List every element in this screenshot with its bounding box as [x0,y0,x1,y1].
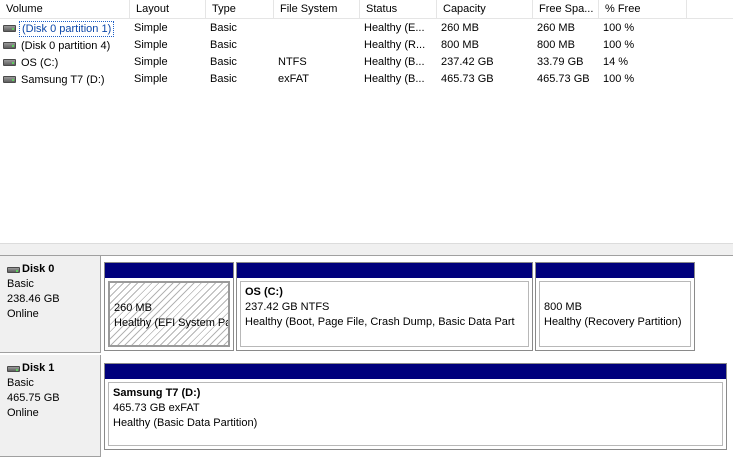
column-header-free-space[interactable]: Free Spa... [533,0,599,19]
percent-free-cell: 100 % [603,22,635,34]
volume-name: OS (C:) [21,56,59,69]
column-header-percent-free[interactable]: % Free [599,0,687,19]
partition-efi[interactable]: 260 MB Healthy (EFI System Pa [104,262,234,351]
partition-status: Healthy (Recovery Partition) [544,316,682,328]
disk-state: Online [7,407,39,419]
capacity-cell: 465.73 GB [441,73,494,85]
volume-row[interactable]: (Disk 0 partition 4) Simple Basic Health… [0,37,733,54]
partition-header-bar [105,364,726,379]
pane-splitter[interactable] [0,243,733,256]
status-cell: Healthy (R... [364,39,426,51]
disk-info-disk-1[interactable]: Disk 1 Basic 465.75 GB Online [0,355,101,457]
type-cell: Basic [210,39,237,51]
partition-size: 260 MB [114,302,152,314]
disk-name: Disk 1 [7,361,100,376]
disk-name-label: Disk 0 [22,263,55,275]
capacity-cell: 260 MB [441,22,479,34]
disk-state: Online [7,308,39,320]
volume-row[interactable]: OS (C:) Simple Basic NTFS Healthy (B... … [0,54,733,71]
disk-size: 465.75 GB [7,392,60,404]
disk-name: Disk 0 [7,262,100,277]
disk-info-disk-0[interactable]: Disk 0 Basic 238.46 GB Online [0,256,101,353]
partition-size: 465.73 GB exFAT [113,402,200,414]
column-header-row: Volume Layout Type File System Status Ca… [0,0,733,19]
partition-status: Healthy (Boot, Page File, Crash Dump, Ba… [245,316,515,328]
column-header-type[interactable]: Type [206,0,274,19]
volume-name: (Disk 0 partition 1) [19,20,115,37]
percent-free-cell: 100 % [603,73,635,85]
volume-name: (Disk 0 partition 4) [21,39,111,52]
capacity-cell: 237.42 GB [441,56,494,68]
column-header-volume[interactable]: Volume [0,0,130,19]
volume-list[interactable]: Volume Layout Type File System Status Ca… [0,0,733,243]
free-space-cell: 260 MB [537,22,575,34]
file-system-cell [274,37,358,54]
volume-row[interactable]: Samsung T7 (D:) Simple Basic exFAT Healt… [0,71,733,88]
file-system-cell: exFAT [278,73,309,85]
layout-cell: Simple [134,56,168,68]
partition-body: OS (C:) 237.42 GB NTFS Healthy (Boot, Pa… [240,281,529,347]
partition-samsung-t7-d[interactable]: Samsung T7 (D:) 465.73 GB exFAT Healthy … [104,363,727,450]
partition-title: OS (C:) [245,286,283,298]
partition-title [544,285,690,300]
layout-cell: Simple [134,22,168,34]
volume-cell[interactable]: Samsung T7 (D:) [0,71,128,88]
free-space-cell: 800 MB [537,39,575,51]
volume-cell[interactable]: (Disk 0 partition 1) [0,20,128,37]
disk-icon [7,266,20,273]
capacity-cell: 800 MB [441,39,479,51]
drive-icon [3,42,16,49]
type-cell: Basic [210,73,237,85]
disk-row-disk-0: Disk 0 Basic 238.46 GB Online 260 MB Hea… [0,256,733,353]
drive-icon [3,25,16,32]
status-cell: Healthy (B... [364,56,425,68]
partition-status: Healthy (Basic Data Partition) [113,417,258,429]
type-cell: Basic [210,22,237,34]
partition-size: 237.42 GB NTFS [245,301,330,313]
disk-icon [7,365,20,372]
percent-free-cell: 14 % [603,56,629,68]
volume-name: Samsung T7 (D:) [21,73,105,86]
type-cell: Basic [210,56,237,68]
partition-title [114,286,228,301]
disk-name-label: Disk 1 [22,362,55,374]
partition-status: Healthy (EFI System Pa [114,317,230,329]
column-header-capacity[interactable]: Capacity [437,0,533,19]
partition-header-bar [105,263,233,278]
partition-header-bar [536,263,694,278]
file-system-cell [274,20,358,37]
partition-recovery[interactable]: 800 MB Healthy (Recovery Partition) [535,262,695,351]
disk-view: Disk 0 Basic 238.46 GB Online 260 MB Hea… [0,256,733,457]
partition-os-c[interactable]: OS (C:) 237.42 GB NTFS Healthy (Boot, Pa… [236,262,533,351]
file-system-cell: NTFS [278,56,307,68]
volume-cell[interactable]: OS (C:) [0,54,128,71]
volume-cell[interactable]: (Disk 0 partition 4) [0,37,128,54]
free-space-cell: 33.79 GB [537,56,584,68]
disk-type: Basic [7,278,34,290]
disk-type: Basic [7,377,34,389]
partition-body: 800 MB Healthy (Recovery Partition) [539,281,691,347]
percent-free-cell: 100 % [603,39,635,51]
drive-icon [3,59,16,66]
free-space-cell: 465.73 GB [537,73,590,85]
partition-body: Samsung T7 (D:) 465.73 GB exFAT Healthy … [108,382,723,446]
partition-header-bar [237,263,532,278]
status-cell: Healthy (B... [364,73,425,85]
status-cell: Healthy (E... [364,22,425,34]
column-header-layout[interactable]: Layout [130,0,206,19]
disk-size: 238.46 GB [7,293,60,305]
disk-row-disk-1: Disk 1 Basic 465.75 GB Online Samsung T7… [0,355,733,457]
partition-body: 260 MB Healthy (EFI System Pa [108,281,230,347]
column-header-file-system[interactable]: File System [274,0,360,19]
layout-cell: Simple [134,73,168,85]
partition-size: 800 MB [544,301,582,313]
layout-cell: Simple [134,39,168,51]
partition-title: Samsung T7 (D:) [113,387,201,399]
drive-icon [3,76,16,83]
column-header-status[interactable]: Status [360,0,437,19]
volume-row[interactable]: (Disk 0 partition 1) Simple Basic Health… [0,20,733,37]
